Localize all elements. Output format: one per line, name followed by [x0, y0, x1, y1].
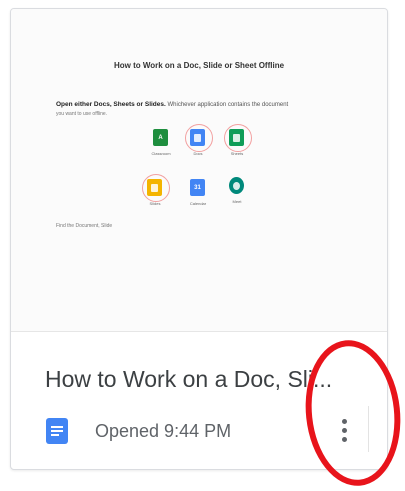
more-vert-icon[interactable]: [329, 410, 359, 450]
slides-label: Slides: [149, 201, 161, 206]
docs-label: Docs: [193, 151, 203, 156]
thumbnail-instruction-rest: Whichever application contains the docum…: [165, 102, 289, 108]
calendar-app: 31 Calendar: [182, 177, 214, 211]
sheets-label: Sheets: [230, 151, 244, 156]
meet-label: Meet: [232, 199, 242, 204]
file-info: How to Work on a Doc, Sli... Opened 9:44…: [11, 332, 387, 469]
slides-icon: [147, 179, 162, 196]
classroom-app: A Classroom: [145, 127, 177, 161]
slides-app: Slides: [139, 177, 171, 211]
thumbnail-title: How to Work on a Doc, Slide or Sheet Off…: [113, 61, 285, 70]
opened-time: Opened 9:44 PM: [95, 421, 232, 441]
calendar-icon: 31: [190, 179, 205, 196]
thumbnail-instruction-line2: you want to use offline.: [56, 111, 108, 117]
divider: [368, 406, 369, 452]
thumbnail-instruction-bold: Open either Docs, Sheets or Slides.: [56, 101, 166, 108]
docs-app-icon: [190, 129, 205, 146]
thumbnail-find-text: Find the Document, Slide: [56, 223, 113, 229]
classroom-label: Classroom: [151, 151, 171, 156]
file-card[interactable]: How to Work on a Doc, Slide or Sheet Off…: [10, 8, 388, 470]
docs-app: Docs: [182, 127, 214, 161]
thumbnail-instruction: Open either Docs, Sheets or Slides. Whic…: [56, 101, 288, 108]
sheets-app: Sheets: [221, 127, 253, 161]
calendar-day: 31: [194, 184, 201, 191]
calendar-label: Calendar: [189, 201, 207, 206]
sheets-icon: [229, 129, 244, 146]
docs-icon: [46, 418, 68, 444]
document-thumbnail[interactable]: How to Work on a Doc, Slide or Sheet Off…: [11, 9, 387, 332]
meet-icon: [229, 177, 244, 194]
classroom-icon: A: [153, 129, 168, 146]
file-name[interactable]: How to Work on a Doc, Sli...: [45, 366, 375, 393]
meet-app: Meet: [221, 175, 253, 209]
